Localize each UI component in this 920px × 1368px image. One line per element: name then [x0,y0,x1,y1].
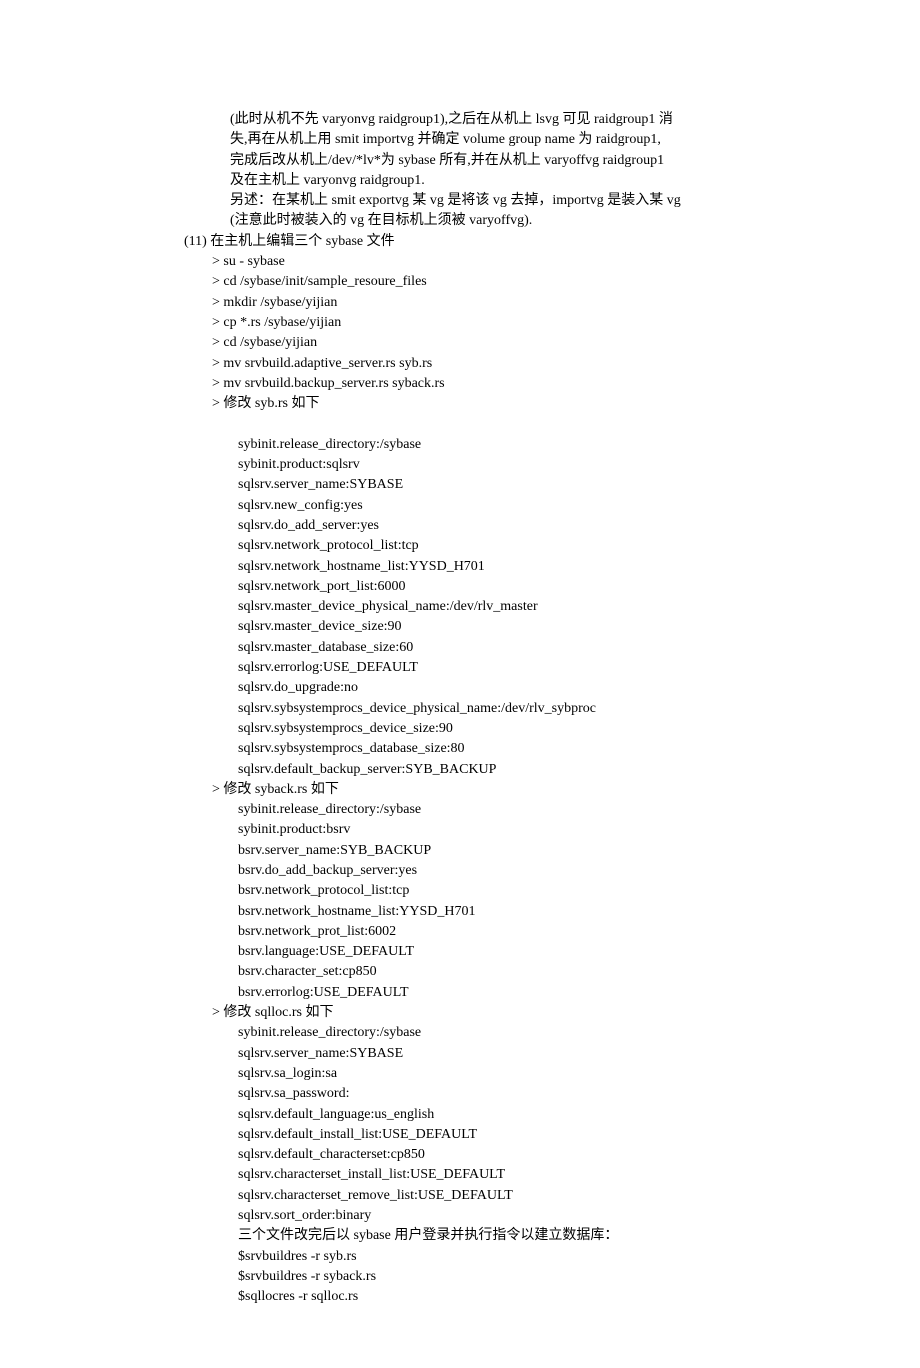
document-body: (此时从机不先 varyonvg raidgroup1),之后在从机上 lsvg… [80,110,840,1308]
text-line: sqlsrv.errorlog:USE_DEFAULT [80,658,840,678]
text-line: sqlsrv.default_language:us_english [80,1105,840,1125]
text-line: (此时从机不先 varyonvg raidgroup1),之后在从机上 lsvg… [80,110,840,130]
text-line: sqlsrv.do_upgrade:no [80,678,840,698]
text-line: > 修改 sqlloc.rs 如下 [80,1003,840,1023]
text-line: sqlsrv.network_hostname_list:YYSD_H701 [80,557,840,577]
text-line: bsrv.network_prot_list:6002 [80,922,840,942]
text-line: bsrv.network_hostname_list:YYSD_H701 [80,902,840,922]
text-line: sqlsrv.new_config:yes [80,496,840,516]
text-line: sybinit.release_directory:/sybase [80,800,840,820]
text-line: sybinit.release_directory:/sybase [80,1023,840,1043]
text-line: sqlsrv.characterset_remove_list:USE_DEFA… [80,1186,840,1206]
text-line: sqlsrv.sa_login:sa [80,1064,840,1084]
text-line: sqlsrv.network_port_list:6000 [80,577,840,597]
text-line: 三个文件改完后以 sybase 用户登录并执行指令以建立数据库： [80,1226,840,1246]
text-line: 失,再在从机上用 smit importvg 并确定 volume group … [80,130,840,150]
text-line: > 修改 syb.rs 如下 [80,394,840,414]
text-line: sqlsrv.sa_password: [80,1084,840,1104]
text-line: > 修改 syback.rs 如下 [80,780,840,800]
text-line: (注意此时被装入的 vg 在目标机上须被 varyoffvg). [80,211,840,231]
text-line: > mv srvbuild.adaptive_server.rs syb.rs [80,354,840,374]
text-line: > su - sybase [80,252,840,272]
text-line: sqlsrv.master_device_size:90 [80,617,840,637]
text-line: sqlsrv.sybsystemprocs_device_physical_na… [80,699,840,719]
text-line: sybinit.product:bsrv [80,820,840,840]
text-line: sqlsrv.sort_order:binary [80,1206,840,1226]
text-line: > cd /sybase/yijian [80,333,840,353]
text-line: sqlsrv.network_protocol_list:tcp [80,536,840,556]
text-line: > mkdir /sybase/yijian [80,293,840,313]
text-line: $srvbuildres -r syb.rs [80,1247,840,1267]
text-line: $sqllocres -r sqlloc.rs [80,1287,840,1307]
text-line: sqlsrv.default_install_list:USE_DEFAULT [80,1125,840,1145]
text-line: sybinit.release_directory:/sybase [80,435,840,455]
text-line: sqlsrv.characterset_install_list:USE_DEF… [80,1165,840,1185]
text-line: bsrv.language:USE_DEFAULT [80,942,840,962]
text-line: sqlsrv.master_device_physical_name:/dev/… [80,597,840,617]
text-line [80,414,840,434]
text-line: $srvbuildres -r syback.rs [80,1267,840,1287]
text-line: > cd /sybase/init/sample_resoure_files [80,272,840,292]
text-line: bsrv.errorlog:USE_DEFAULT [80,983,840,1003]
text-line: > mv srvbuild.backup_server.rs syback.rs [80,374,840,394]
text-line: 及在主机上 varyonvg raidgroup1. [80,171,840,191]
text-line: sqlsrv.default_characterset:cp850 [80,1145,840,1165]
document-page: (此时从机不先 varyonvg raidgroup1),之后在从机上 lsvg… [0,0,920,1368]
text-line: sqlsrv.default_backup_server:SYB_BACKUP [80,760,840,780]
text-line: > cp *.rs /sybase/yijian [80,313,840,333]
text-line: 另述：在某机上 smit exportvg 某 vg 是将该 vg 去掉，imp… [80,191,840,211]
text-line: sqlsrv.sybsystemprocs_database_size:80 [80,739,840,759]
text-line: sqlsrv.sybsystemprocs_device_size:90 [80,719,840,739]
text-line: sybinit.product:sqlsrv [80,455,840,475]
text-line: sqlsrv.master_database_size:60 [80,638,840,658]
text-line: sqlsrv.do_add_server:yes [80,516,840,536]
text-line: (11) 在主机上编辑三个 sybase 文件 [80,232,840,252]
text-line: bsrv.do_add_backup_server:yes [80,861,840,881]
text-line: bsrv.network_protocol_list:tcp [80,881,840,901]
text-line: sqlsrv.server_name:SYBASE [80,475,840,495]
text-line: bsrv.character_set:cp850 [80,962,840,982]
text-line: bsrv.server_name:SYB_BACKUP [80,841,840,861]
text-line: sqlsrv.server_name:SYBASE [80,1044,840,1064]
text-line: 完成后改从机上/dev/*lv*为 sybase 所有,并在从机上 varyof… [80,151,840,171]
